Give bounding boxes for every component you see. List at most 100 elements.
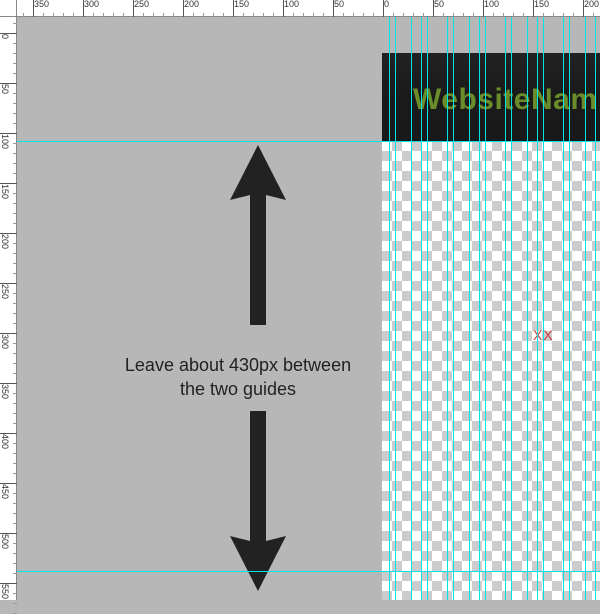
- document-area[interactable]: WebsiteNam Leave about 430px between the…: [33, 33, 600, 600]
- ruler-h-tick: [353, 13, 354, 17]
- ruler-v-tick: [13, 493, 17, 494]
- guide-vertical[interactable]: [543, 17, 544, 600]
- ruler-v-tick: [13, 113, 17, 114]
- ruler-h-tick: [203, 13, 204, 17]
- ruler-v-label: 0: [0, 34, 10, 39]
- ruler-h-tick: [443, 13, 444, 17]
- ruler-v-tick: [13, 23, 17, 24]
- ruler-v-tick: [13, 503, 17, 504]
- guide-vertical[interactable]: [469, 17, 470, 600]
- ruler-v-tick: [13, 313, 17, 314]
- ruler-h-tick: [303, 13, 304, 17]
- ruler-horizontal[interactable]: 35030025020015010050050100150200: [17, 0, 600, 17]
- ruler-v-tick: [13, 573, 17, 574]
- ruler-h-label: 300: [84, 0, 99, 9]
- ruler-v-label: 350: [0, 384, 10, 399]
- guide-vertical[interactable]: [563, 17, 564, 600]
- ruler-h-tick: [473, 13, 474, 17]
- ruler-vertical[interactable]: 050100150200250300350400450500550: [0, 17, 17, 600]
- ruler-h-label: 100: [284, 0, 299, 9]
- guide-vertical[interactable]: [411, 17, 412, 600]
- ruler-v-tick: [13, 203, 17, 204]
- guide-vertical[interactable]: [569, 17, 570, 600]
- ruler-v-label: 150: [0, 184, 10, 199]
- guide-horizontal[interactable]: [17, 571, 600, 572]
- ruler-v-tick: [13, 423, 17, 424]
- guide-vertical[interactable]: [505, 17, 506, 600]
- ruler-v-label: 250: [0, 284, 10, 299]
- ruler-h-label: 50: [434, 0, 444, 9]
- ruler-h-tick: [73, 13, 74, 17]
- ruler-v-tick: [13, 293, 17, 294]
- ruler-h-tick: [373, 13, 374, 17]
- ruler-h-label: 250: [134, 0, 149, 9]
- ruler-h-tick: [413, 13, 414, 17]
- guide-vertical[interactable]: [447, 17, 448, 600]
- annotation-line2: the two guides: [180, 379, 296, 399]
- guide-vertical[interactable]: [527, 17, 528, 600]
- ruler-v-label: 200: [0, 234, 10, 249]
- ruler-v-label: 400: [0, 434, 10, 449]
- ruler-v-tick: [13, 223, 17, 224]
- ruler-h-tick: [453, 13, 454, 17]
- guide-vertical[interactable]: [395, 17, 396, 600]
- guide-vertical[interactable]: [585, 17, 586, 600]
- guide-vertical[interactable]: [427, 17, 428, 600]
- guide-vertical[interactable]: [537, 17, 538, 600]
- ruler-h-label: 100: [484, 0, 499, 9]
- ruler-h-tick: [543, 13, 544, 17]
- ruler-h-tick: [403, 13, 404, 17]
- ruler-h-tick: [173, 13, 174, 17]
- ruler-v-tick: [13, 523, 17, 524]
- guide-vertical[interactable]: [485, 17, 486, 600]
- canvas-viewport[interactable]: WebsiteNam Leave about 430px between the…: [17, 17, 600, 600]
- ruler-v-label: 50: [0, 84, 10, 94]
- annotation-line1: Leave about 430px between: [125, 355, 351, 375]
- ruler-h-tick: [213, 13, 214, 17]
- ruler-h-tick: [293, 13, 294, 17]
- ruler-origin-corner[interactable]: [0, 0, 17, 17]
- ruler-h-tick: [573, 13, 574, 17]
- ruler-h-label: 200: [584, 0, 599, 9]
- ruler-v-tick: [13, 123, 17, 124]
- ruler-v-tick: [13, 253, 17, 254]
- ruler-h-label: 200: [184, 0, 199, 9]
- annotation-text: Leave about 430px between the two guides: [108, 353, 368, 402]
- ruler-v-tick: [13, 53, 17, 54]
- ruler-h-label: 150: [534, 0, 549, 9]
- ruler-v-tick: [13, 373, 17, 374]
- ruler-h-tick: [513, 13, 514, 17]
- arrow-down-icon: [228, 411, 288, 591]
- ruler-v-tick: [13, 353, 17, 354]
- ruler-h-tick: [193, 13, 194, 17]
- ruler-v-tick: [13, 363, 17, 364]
- arrow-up-icon: [228, 145, 288, 325]
- ruler-v-tick: [13, 513, 17, 514]
- ruler-h-tick: [593, 13, 594, 17]
- ruler-v-tick: [13, 413, 17, 414]
- ruler-h-tick: [423, 13, 424, 17]
- ruler-h-tick: [493, 13, 494, 17]
- guide-horizontal[interactable]: [17, 141, 600, 142]
- ruler-v-tick: [13, 73, 17, 74]
- ruler-h-tick: [143, 13, 144, 17]
- ruler-h-label: 0: [384, 0, 389, 9]
- ruler-v-tick: [13, 403, 17, 404]
- guide-vertical[interactable]: [595, 17, 596, 600]
- ruler-v-label: 100: [0, 134, 10, 149]
- ruler-v-tick: [13, 243, 17, 244]
- guide-vertical[interactable]: [453, 17, 454, 600]
- ruler-h-tick: [343, 13, 344, 17]
- guide-vertical[interactable]: [389, 17, 390, 600]
- ruler-v-tick: [13, 213, 17, 214]
- guide-vertical[interactable]: [511, 17, 512, 600]
- guide-vertical[interactable]: [421, 17, 422, 600]
- ruler-h-label: 50: [334, 0, 344, 9]
- ruler-h-tick: [153, 13, 154, 17]
- ruler-v-tick: [13, 543, 17, 544]
- ruler-v-tick: [13, 163, 17, 164]
- ruler-h-tick: [563, 13, 564, 17]
- guide-vertical[interactable]: [479, 17, 480, 600]
- ruler-v-tick: [13, 603, 17, 604]
- ruler-h-label: 350: [34, 0, 49, 9]
